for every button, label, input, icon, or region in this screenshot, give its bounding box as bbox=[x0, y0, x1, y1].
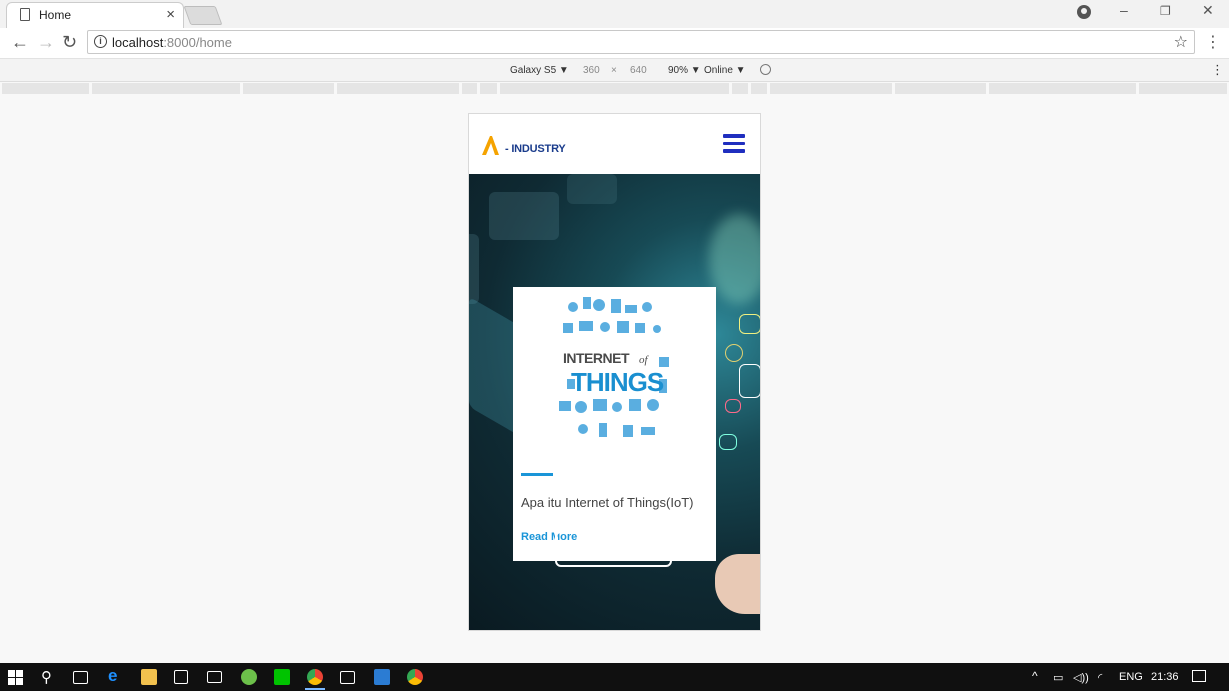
app-globe-icon[interactable] bbox=[241, 669, 257, 685]
volume-icon[interactable]: ◁)) bbox=[1073, 671, 1089, 684]
reload-icon[interactable]: ↻ bbox=[62, 32, 77, 52]
browser-tab-home[interactable]: Home × bbox=[6, 2, 184, 28]
hamburger-menu-icon[interactable] bbox=[723, 134, 745, 153]
url-text[interactable]: localhost:8000/home bbox=[112, 35, 232, 50]
store-icon[interactable] bbox=[174, 670, 188, 684]
back-arrow-icon[interactable]: ← bbox=[11, 32, 29, 52]
url-host: localhost bbox=[112, 35, 164, 50]
device-toolbar: Galaxy S5 ▼ 360 × 640 90% ▼ Online ▼ ⋮ bbox=[0, 59, 1229, 82]
rotate-icon[interactable] bbox=[760, 64, 771, 75]
profile-icon[interactable] bbox=[1077, 5, 1091, 19]
article-card[interactable]: INTERNET of THINGS Apa itu Internet of T… bbox=[513, 287, 716, 561]
viewport-height[interactable]: 640 bbox=[630, 65, 647, 76]
language-indicator[interactable]: ENG bbox=[1119, 671, 1143, 683]
browser-toolbar: ← → ↻ i localhost:8000/home ☆ ⋮ bbox=[0, 28, 1229, 59]
close-window-button[interactable]: ✕ bbox=[1202, 2, 1214, 19]
network-select[interactable]: Online ▼ bbox=[704, 65, 746, 76]
device-viewport: - INDUSTRY INTERNET of THINGS Apa itu In… bbox=[468, 113, 761, 631]
page-icon bbox=[20, 8, 30, 21]
forward-arrow-icon[interactable]: → bbox=[37, 32, 55, 52]
address-bar[interactable]: i localhost:8000/home ☆ bbox=[87, 30, 1195, 54]
active-app-indicator bbox=[305, 688, 325, 690]
article-title[interactable]: Apa itu Internet of Things(IoT) bbox=[521, 495, 693, 510]
restore-button[interactable]: ❐ bbox=[1160, 4, 1171, 18]
device-toolbar-menu-icon[interactable]: ⋮ bbox=[1211, 62, 1224, 78]
battery-icon[interactable]: ▭ bbox=[1053, 671, 1063, 684]
task-view-icon[interactable] bbox=[73, 671, 88, 684]
site-header: - INDUSTRY bbox=[469, 114, 760, 174]
show-hidden-icons-icon[interactable]: ^ bbox=[1032, 669, 1038, 683]
zoom-select[interactable]: 90% ▼ bbox=[668, 65, 701, 76]
thumbnail-word-things: THINGS bbox=[571, 367, 664, 397]
device-select[interactable]: Galaxy S5 ▼ bbox=[510, 65, 569, 76]
url-path: :8000/home bbox=[163, 35, 232, 50]
browser-title-bar: Home × – ❐ ✕ bbox=[0, 0, 1229, 28]
thumbnail-word-internet: INTERNET bbox=[563, 350, 630, 366]
close-tab-icon[interactable]: × bbox=[166, 6, 175, 24]
document-app-icon[interactable] bbox=[374, 669, 390, 685]
site-info-icon[interactable]: i bbox=[94, 35, 107, 48]
dimension-separator: × bbox=[611, 65, 617, 76]
chrome-icon[interactable] bbox=[407, 669, 423, 685]
new-tab-button[interactable] bbox=[183, 6, 223, 25]
clock[interactable]: 21:36 bbox=[1151, 671, 1179, 683]
minimize-button[interactable]: – bbox=[1120, 2, 1128, 18]
tab-title: Home bbox=[39, 8, 72, 22]
bookmark-star-icon[interactable]: ☆ bbox=[1174, 32, 1188, 52]
media-query-bar bbox=[0, 82, 1229, 95]
browser-menu-icon[interactable]: ⋮ bbox=[1205, 32, 1221, 52]
wifi-icon[interactable]: ◜ bbox=[1098, 671, 1102, 684]
file-explorer-icon[interactable] bbox=[141, 669, 157, 685]
hero-section: INTERNET of THINGS Apa itu Internet of T… bbox=[469, 174, 760, 630]
search-icon[interactable]: ⚲ bbox=[41, 668, 52, 686]
card-accent-bar bbox=[521, 473, 553, 476]
article-thumbnail[interactable]: INTERNET of THINGS bbox=[553, 287, 676, 461]
windows-taskbar: ⚲ e ^ ▭ ◁)) ◜ ENG 21:36 bbox=[0, 663, 1229, 691]
line-app-icon[interactable] bbox=[274, 669, 290, 685]
edge-browser-icon[interactable]: e bbox=[108, 666, 124, 685]
windows-start-icon[interactable] bbox=[8, 670, 23, 685]
logo-text[interactable]: - INDUSTRY bbox=[505, 143, 566, 155]
viewport-width[interactable]: 360 bbox=[583, 65, 600, 76]
logo-icon[interactable] bbox=[481, 134, 501, 156]
all-article-button[interactable]: All Article bbox=[555, 531, 672, 567]
action-center-icon[interactable] bbox=[1192, 670, 1206, 682]
mail-icon[interactable] bbox=[207, 671, 222, 683]
chrome-icon-active[interactable] bbox=[307, 669, 323, 685]
photos-icon[interactable] bbox=[340, 671, 355, 684]
